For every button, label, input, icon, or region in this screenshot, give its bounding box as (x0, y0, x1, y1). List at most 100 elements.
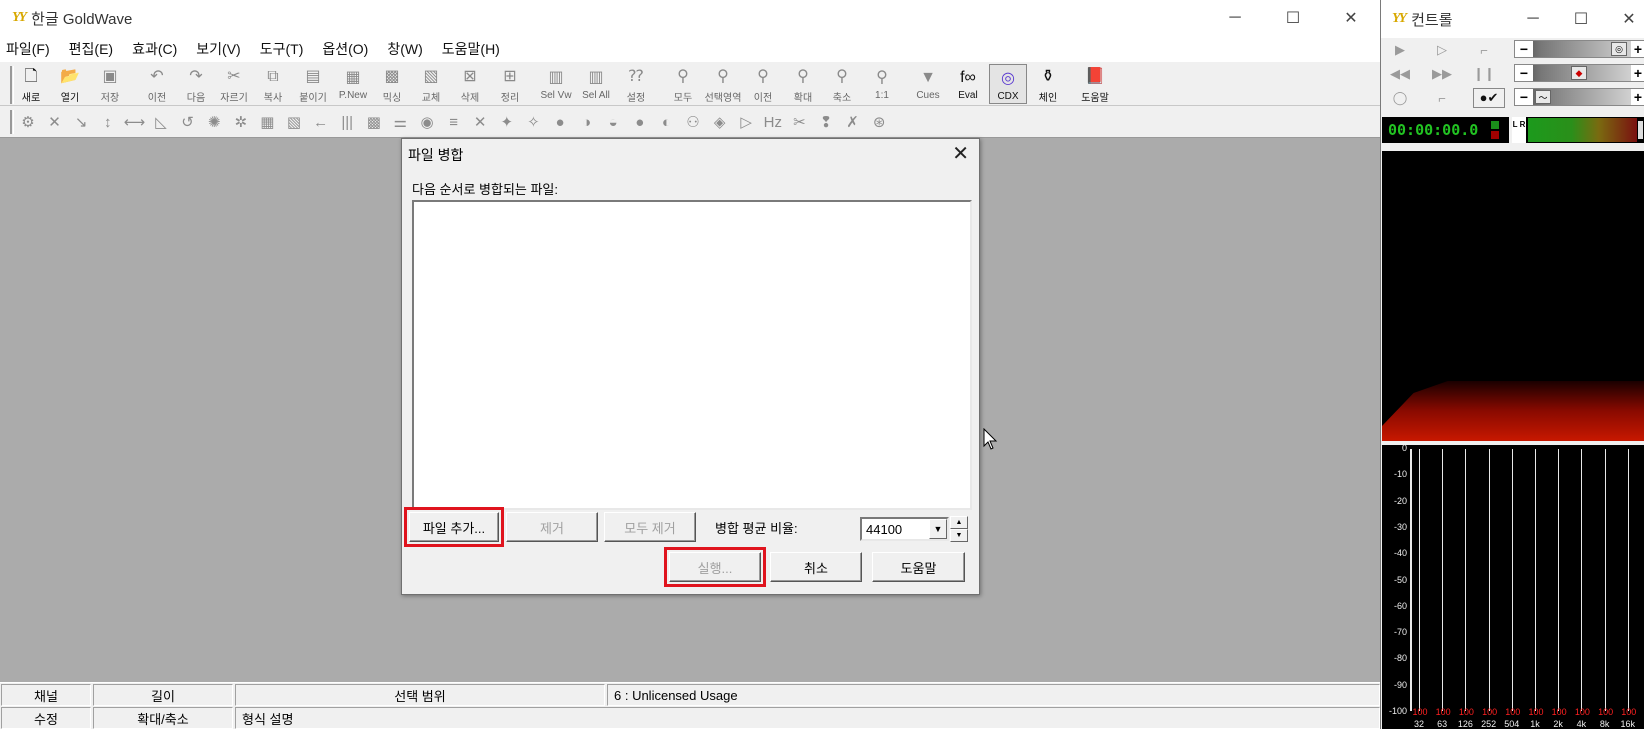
play-all-icon[interactable]: ▶ (1389, 40, 1411, 60)
properties-icon[interactable]: ●✔ (1473, 88, 1505, 108)
effect-tool-icon[interactable]: ▩ (364, 112, 384, 132)
effect-tool-icon[interactable]: ◈ (710, 112, 730, 132)
effect-tool-icon[interactable]: ▧ (284, 112, 304, 132)
toolbar-button-undo[interactable]: ↶ 이전 (138, 64, 176, 105)
effect-tool-icon[interactable]: ✧ (523, 112, 543, 132)
toolbar-button-zoom-in[interactable]: ⚲ 확대 (784, 64, 822, 105)
eq-band-line[interactable] (1442, 449, 1444, 711)
toolbar-button-cut[interactable]: ✂ 자르기 (215, 64, 253, 105)
toolbar-button-set[interactable]: ⁇ 설정 (617, 64, 655, 105)
record-icon[interactable]: ◯ (1389, 88, 1411, 108)
toolbar-button-copy[interactable]: ⧉ 복사 (254, 64, 292, 105)
effect-tool-icon[interactable]: ⚇ (683, 112, 703, 132)
effect-tool-icon[interactable]: ◒ (603, 112, 623, 132)
effect-tool-icon[interactable]: ✕ (45, 112, 65, 132)
toolbar-button-open-folder[interactable]: 📂 열기 (51, 64, 89, 105)
eq-band-line[interactable] (1581, 449, 1583, 711)
effect-tool-icon[interactable]: ✗ (843, 112, 863, 132)
remove-button[interactable]: 제거 (506, 512, 598, 542)
eq-band-line[interactable] (1604, 449, 1606, 711)
toolbar-button-replace[interactable]: ▧ 교체 (412, 64, 450, 105)
play-selection-icon[interactable]: ▷ (1431, 40, 1453, 60)
effect-tool-icon[interactable]: ↘ (71, 112, 91, 132)
effect-tool-icon[interactable]: ⟷ (124, 112, 146, 132)
minimize-button[interactable]: ─ (1206, 0, 1264, 36)
spin-down-icon[interactable]: ▼ (950, 529, 968, 542)
effect-tool-icon[interactable]: ✕ (470, 112, 490, 132)
toolbar-button-paste[interactable]: ▤ 붙이기 (294, 64, 332, 105)
menu-tools[interactable]: 도구(T) (260, 39, 304, 59)
balance-plus-icon[interactable]: + (1631, 65, 1644, 81)
toolbar-button-zoom-selection[interactable]: ⚲ 선택영역 (704, 64, 742, 105)
effect-tool-icon[interactable]: ||| (337, 112, 357, 132)
toolbar-button-chain[interactable]: ⚱ 체인 (1029, 64, 1067, 105)
volume-plus-icon[interactable]: + (1631, 41, 1644, 57)
minimize-button[interactable]: ─ (1509, 0, 1557, 38)
maximize-button[interactable]: ☐ (1264, 0, 1322, 36)
effect-tool-icon[interactable]: ≡ (444, 112, 464, 132)
toolbar-button-cues[interactable]: ▼ Cues (909, 64, 947, 104)
toolbar-button-select-all[interactable]: ▥ Sel All (577, 64, 615, 104)
effect-tool-icon[interactable]: ● (630, 112, 650, 132)
toolbar-button-mix[interactable]: ▩ 믹싱 (373, 64, 411, 105)
effect-tool-icon[interactable]: ▷ (736, 112, 756, 132)
menu-edit[interactable]: 편집(E) (69, 39, 113, 59)
toolbar-button-delete[interactable]: ⊠ 삭제 (451, 64, 489, 105)
eq-band-line[interactable] (1465, 449, 1467, 711)
menu-file[interactable]: 파일(F) (6, 39, 50, 59)
speed-slider[interactable]: − 〜 + (1514, 88, 1644, 106)
toolbar-button-zoom-previous[interactable]: ⚲ 이전 (744, 64, 782, 105)
toolbar-button-trim[interactable]: ⊞ 정리 (491, 64, 529, 105)
balance-thumb[interactable]: ◆ (1571, 66, 1587, 80)
effect-tool-icon[interactable]: ◉ (417, 112, 437, 132)
eq-band-line[interactable] (1627, 449, 1629, 711)
merge-file-list[interactable] (412, 200, 972, 510)
help-button[interactable]: 도움말 (872, 552, 965, 582)
spin-up-icon[interactable]: ▲ (950, 516, 968, 529)
eq-band-line[interactable] (1488, 449, 1490, 711)
effect-tool-icon[interactable]: ◺ (151, 112, 171, 132)
effect-tool-icon[interactable]: ● (550, 112, 570, 132)
pause-icon[interactable]: ❙❙ (1473, 64, 1495, 84)
volume-minus-icon[interactable]: − (1515, 41, 1533, 57)
effect-tool-icon[interactable]: ← (311, 112, 331, 132)
toolbar-button-help-book[interactable]: 📕 도움말 (1076, 64, 1114, 105)
effect-tool-icon[interactable]: ✺ (204, 112, 224, 132)
merge-rate-spinner[interactable]: ▲ ▼ (950, 516, 968, 542)
effect-tool-icon[interactable]: ⚌ (390, 112, 410, 132)
toolbar-button-redo[interactable]: ↷ 다음 (177, 64, 215, 105)
effect-tool-icon[interactable]: ⊛ (869, 112, 889, 132)
effect-tool-icon[interactable]: ✦ (497, 112, 517, 132)
toolbar-button-cd[interactable]: ◎ CDX (989, 64, 1027, 104)
toolbar-button-zoom-out[interactable]: ⚲ 축소 (823, 64, 861, 105)
toolbar-button-paste-new[interactable]: ▦ P.New (334, 64, 372, 104)
stop-icon[interactable]: ⌐ (1431, 88, 1453, 108)
remove-all-button[interactable]: 모두 제거 (604, 512, 696, 542)
volume-slider[interactable]: − ◎ + (1514, 40, 1644, 58)
speed-plus-icon[interactable]: + (1631, 89, 1644, 105)
effect-tool-icon[interactable]: ↺ (178, 112, 198, 132)
toolbar-button-select-view[interactable]: ▥ Sel Vw (537, 64, 575, 104)
merge-rate-select[interactable]: 44100 ▼ (860, 517, 949, 541)
speed-minus-icon[interactable]: − (1515, 89, 1533, 105)
eq-band-line[interactable] (1558, 449, 1560, 711)
effect-tool-icon[interactable]: ◑ (577, 112, 597, 132)
toolbar-button-zoom-1-1[interactable]: ⚲ 1:1 (863, 64, 901, 104)
menu-options[interactable]: 옵션(O) (322, 39, 368, 59)
dialog-close-icon[interactable]: ✕ (952, 141, 969, 166)
menu-window[interactable]: 창(W) (387, 39, 422, 59)
eq-band-line[interactable] (1511, 449, 1513, 711)
effect-tool-icon[interactable]: ◐ (656, 112, 676, 132)
toolbar-button-new-file[interactable]: 🗋 새로 (12, 64, 50, 105)
effect-tool-icon[interactable]: ⚙ (18, 112, 38, 132)
effect-tool-icon[interactable]: ✲ (231, 112, 251, 132)
eq-band-line[interactable] (1535, 449, 1536, 711)
maximize-button[interactable]: ☐ (1557, 0, 1605, 38)
menu-help[interactable]: 도움말(H) (442, 39, 500, 59)
toolbar-button-save[interactable]: ▣ 저장 (91, 64, 129, 105)
eq-band-line[interactable] (1419, 449, 1420, 711)
chevron-down-icon[interactable]: ▼ (929, 519, 947, 539)
effect-tool-icon[interactable]: Hz (763, 112, 783, 132)
effect-tool-icon[interactable]: ▦ (257, 112, 277, 132)
close-button[interactable]: ✕ (1605, 0, 1644, 38)
